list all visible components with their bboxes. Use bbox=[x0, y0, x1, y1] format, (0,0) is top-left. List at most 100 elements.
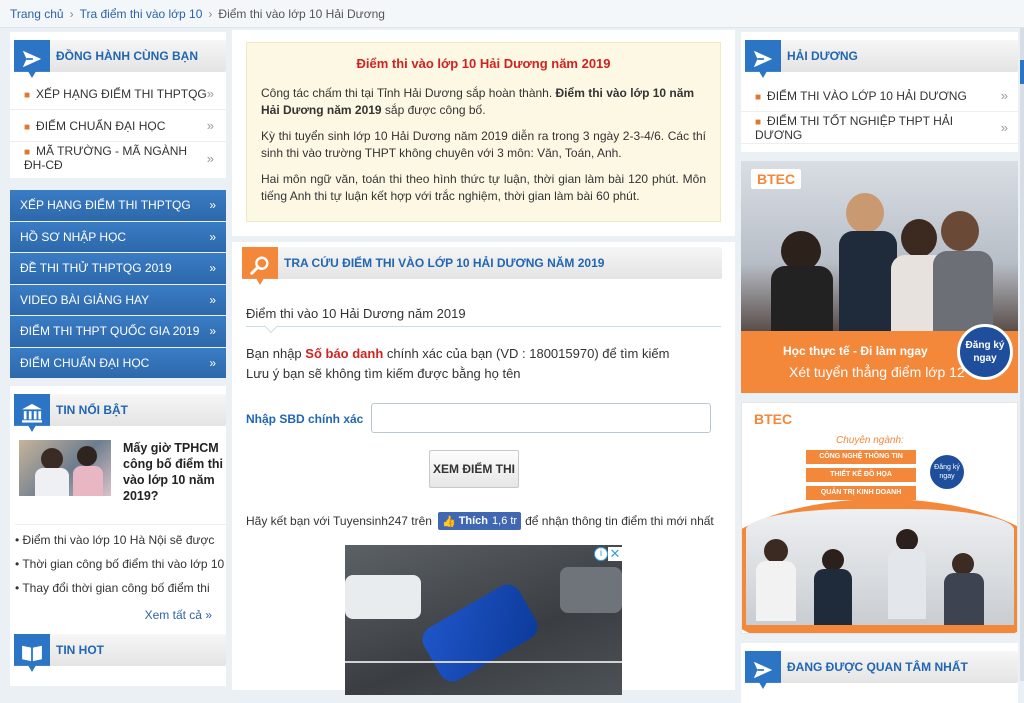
menu-item-label: ĐỀ THI THỬ THPTQG 2019 bbox=[20, 261, 172, 276]
menu-item-label: XẾP HẠNG ĐIỂM THI THPTQG bbox=[20, 198, 191, 213]
chevron-right-icon: » bbox=[209, 292, 216, 307]
see-all-label: Xem tất cả bbox=[144, 608, 202, 622]
box-title: TIN HOT bbox=[56, 643, 104, 657]
chevron-right-icon: » bbox=[206, 118, 214, 133]
search-title: TRA CỨU ĐIỂM THI VÀO LỚP 10 HẢI DƯƠNG NĂ… bbox=[284, 256, 605, 270]
ad2-major: CÔNG NGHỆ THÔNG TIN bbox=[806, 450, 916, 464]
search-icon bbox=[242, 247, 278, 285]
box-header: TIN HOT bbox=[14, 634, 226, 672]
link-item[interactable]: ■ ĐIỂM THI TỐT NGHIỆP THPT HẢI DƯƠNG » bbox=[741, 112, 1018, 144]
news-title: Điểm thi vào lớp 10 Hà Nội sẽ được bbox=[22, 533, 215, 547]
link-item[interactable]: ■ MÃ TRƯỜNG - MÃ NGÀNH ĐH-CĐ » bbox=[10, 142, 226, 174]
breadcrumb-separator: › bbox=[69, 7, 74, 21]
link-label: ĐIỂM CHUẨN ĐẠI HỌC bbox=[36, 118, 166, 133]
menu-item-label: HỒ SƠ NHẬP HỌC bbox=[20, 229, 127, 244]
scroll-thumb[interactable] bbox=[1020, 60, 1024, 84]
bullet-icon: ■ bbox=[755, 91, 762, 103]
bank-icon bbox=[14, 394, 50, 432]
menu-item[interactable]: ĐIỂM THI THPT QUỐC GIA 2019 » bbox=[10, 316, 226, 347]
bullet-icon: ■ bbox=[24, 89, 31, 101]
menu-item-label: VIDEO BÀI GIẢNG HAY bbox=[20, 292, 150, 307]
view-score-button-label: XEM ĐIỂM THI bbox=[432, 462, 515, 476]
menu-item[interactable]: XẾP HẠNG ĐIỂM THI THPTQG » bbox=[10, 190, 226, 221]
double-chevron-icon: » bbox=[205, 608, 212, 622]
left-box-featured: TIN NỔI BẬT Mấy giờ TPHCM công bố điểm t… bbox=[10, 386, 226, 628]
menu-item[interactable]: HỒ SƠ NHẬP HỌC » bbox=[10, 221, 226, 252]
ad1-brand: BTEC bbox=[751, 169, 802, 189]
ad2-register-badge[interactable]: Đăng ký ngay bbox=[930, 455, 964, 489]
bullet-icon: ■ bbox=[24, 147, 31, 158]
bullet-icon: ■ bbox=[24, 121, 31, 133]
breadcrumb-separator: › bbox=[208, 7, 213, 21]
notice-paragraph: Hai môn ngữ văn, toán thi theo hình thức… bbox=[261, 172, 706, 203]
news-item[interactable]: • Điểm thi vào lớp 10 Hà Nội sẽ được bbox=[15, 533, 226, 557]
page-scrollbar[interactable] bbox=[1020, 28, 1024, 681]
link-item[interactable]: ■ ĐIỂM THI VÀO LỚP 10 HẢI DƯƠNG » bbox=[741, 80, 1018, 112]
featured-news[interactable]: Mấy giờ TPHCM công bố điểm thi vào lớp 1… bbox=[19, 440, 226, 504]
btec-ad-1[interactable]: BTEC Học thực tế - Đi làm ngay Xét tuyển… bbox=[741, 161, 1018, 393]
road-line bbox=[345, 661, 622, 663]
box-header: TIN NỔI BẬT bbox=[14, 394, 226, 432]
search-instructions: Bạn nhập Số báo danh chính xác của bạn (… bbox=[246, 346, 670, 381]
chevron-right-icon: » bbox=[209, 261, 216, 276]
search-subtitle: Điểm thi vào 10 Hải Dương năm 2019 bbox=[246, 306, 466, 321]
notice-title: Điểm thi vào lớp 10 Hải Dương năm 2019 bbox=[356, 56, 611, 71]
news-title: Thay đổi thời gian công bố điểm thi bbox=[22, 581, 210, 595]
divider bbox=[232, 236, 735, 242]
box-title: ĐANG ĐƯỢC QUAN TÂM NHẤT bbox=[787, 660, 968, 674]
btec-ad-2[interactable]: BTEC Chuyên ngành: CÔNG NGHỆ THÔNG TIN T… bbox=[741, 402, 1018, 634]
ad-close-icon[interactable]: ✕ bbox=[608, 547, 622, 561]
book-icon bbox=[14, 634, 50, 672]
breadcrumb: Trang chủ › Tra điểm thi vào lớp 10 › Điểm t… bbox=[0, 0, 1024, 28]
news-item[interactable]: • Thời gian công bố điểm thi vào lớp 10 bbox=[15, 557, 226, 581]
chevron-right-icon: » bbox=[209, 198, 216, 213]
view-score-button[interactable]: XEM ĐIỂM THI bbox=[429, 450, 519, 488]
box-header: ĐỒNG HÀNH CÙNG BẠN bbox=[14, 40, 226, 78]
notice-paragraph: Công tác chấm thi tại Tỉnh Hải Dương sắp… bbox=[261, 86, 695, 117]
ad2-major: THIẾT KẾ ĐỒ HỌA bbox=[806, 468, 916, 482]
breadcrumb-level2[interactable]: Tra điểm thi vào lớp 10 bbox=[80, 7, 203, 21]
ad2-brand: BTEC bbox=[754, 411, 793, 427]
ad-car-white bbox=[345, 575, 421, 619]
main-column: Điểm thi vào lớp 10 Hải Dương năm 2019 C… bbox=[232, 30, 735, 695]
chevron-right-icon: » bbox=[206, 86, 214, 101]
left-box-companion: ĐỒNG HÀNH CÙNG BẠN ■ XẾP HẠNG ĐIỂM THI TH… bbox=[10, 32, 226, 178]
ad1-slogan: Học thực tế - Đi làm ngay bbox=[783, 344, 928, 358]
link-item[interactable]: ■ XẾP HẠNG ĐIỂM THI THPTQG» bbox=[10, 78, 226, 110]
news-item[interactable]: • Thay đổi thời gian công bố điểm thi bbox=[15, 581, 226, 605]
chevron-right-icon: » bbox=[209, 355, 216, 370]
link-label: ĐIỂM THI VÀO LỚP 10 HẢI DƯƠNG bbox=[767, 88, 967, 103]
right-box-trending: ĐANG ĐƯỢC QUAN TÂM NHẤT bbox=[741, 643, 1018, 703]
menu-item[interactable]: ĐIỂM CHUẨN ĐẠI HỌC » bbox=[10, 347, 226, 378]
ad1-photo: BTEC bbox=[741, 161, 1018, 331]
featured-title: Mấy giờ TPHCM công bố điểm thi vào lớp 1… bbox=[123, 441, 223, 503]
menu-item[interactable]: ĐỀ THI THỬ THPTQG 2019 » bbox=[10, 253, 226, 284]
video-ad[interactable]: i ✕ bbox=[345, 545, 622, 695]
facebook-like-button[interactable]: 👍 Thích 1,6 tr bbox=[437, 512, 522, 530]
box-header: HẢI DƯƠNG bbox=[745, 40, 1018, 78]
underline-notch bbox=[263, 318, 279, 334]
menu-item[interactable]: VIDEO BÀI GIẢNG HAY » bbox=[10, 284, 226, 315]
box-header: ĐANG ĐƯỢC QUAN TÂM NHẤT bbox=[745, 651, 1018, 689]
ad1-register-badge[interactable]: Đăng ký ngay bbox=[957, 324, 1013, 380]
link-item[interactable]: ■ ĐIỂM CHUẨN ĐẠI HỌC » bbox=[10, 110, 226, 142]
see-all-link[interactable]: Xem tất cả » bbox=[145, 608, 212, 622]
box-title: TIN NỔI BẬT bbox=[56, 403, 128, 417]
breadcrumb-home[interactable]: Trang chủ bbox=[10, 7, 64, 21]
link-label: ĐIỂM THI TỐT NGHIỆP THPT HẢI DƯƠNG bbox=[755, 113, 954, 142]
box-title: HẢI DƯƠNG bbox=[787, 49, 858, 63]
ad2-caption: Chuyên ngành: bbox=[836, 435, 904, 446]
category-menu: XẾP HẠNG ĐIỂM THI THPTQG » HỒ SƠ NHẬP HỌC… bbox=[10, 190, 226, 379]
chevron-right-icon: » bbox=[209, 229, 216, 244]
bullet-icon: ■ bbox=[755, 116, 762, 128]
sbd-input[interactable] bbox=[371, 403, 711, 433]
ad2-photo bbox=[746, 509, 1014, 625]
ad-info-icon[interactable]: i bbox=[594, 547, 608, 561]
social-row: Hãy kết bạn với Tuyensinh247 trên 👍 Thích… bbox=[246, 512, 714, 530]
box-title: ĐỒNG HÀNH CÙNG BẠN bbox=[56, 49, 198, 63]
breadcrumb-current: Điểm thi vào lớp 10 Hải Dương bbox=[218, 7, 385, 21]
thumbs-up-icon: 👍 bbox=[441, 515, 456, 528]
link-label: MÃ TRƯỜNG - MÃ NGÀNH ĐH-CĐ bbox=[24, 144, 188, 172]
paper-plane-icon bbox=[745, 40, 781, 78]
chevron-right-icon: » bbox=[1000, 88, 1008, 103]
